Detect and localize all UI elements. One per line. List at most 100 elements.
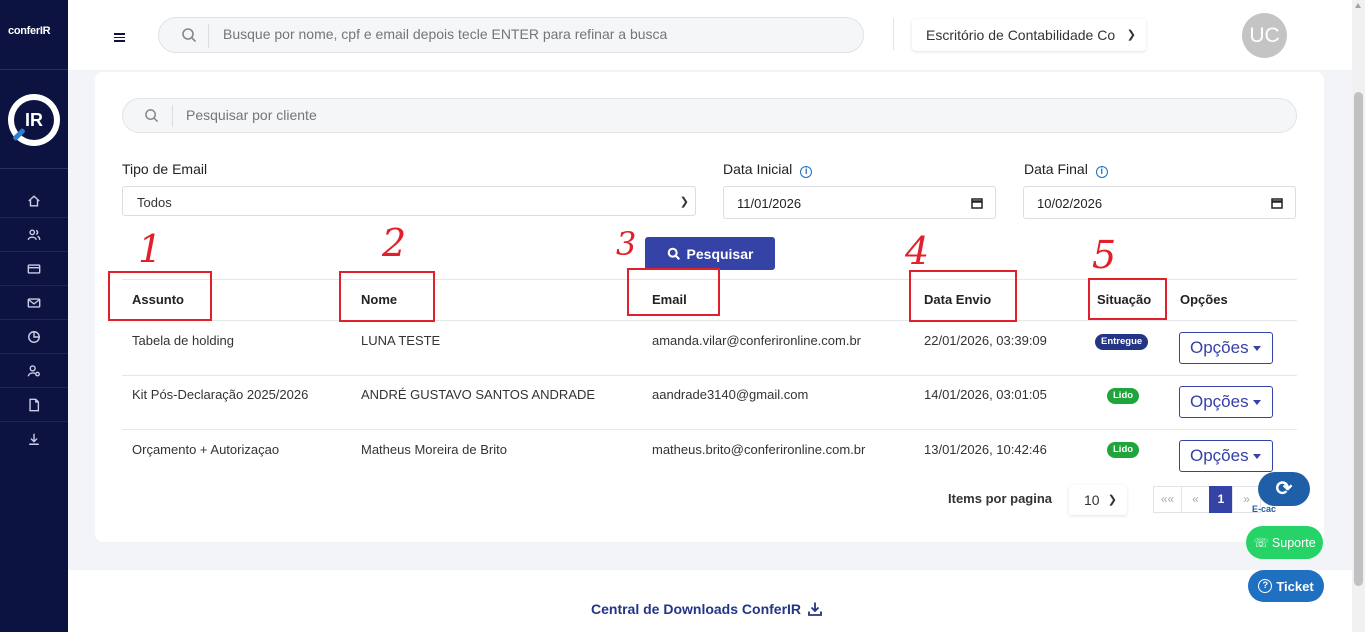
options-button-label: Opções — [1190, 446, 1249, 465]
status-badge: Entregue — [1095, 334, 1149, 350]
cell-data-envio: 22/01/2026, 03:39:09 — [924, 333, 1047, 348]
card-icon — [27, 263, 41, 274]
home-icon — [28, 194, 40, 207]
annotation-box-2 — [339, 271, 435, 322]
sidebar-item-emails[interactable] — [0, 286, 68, 320]
download-icon — [29, 433, 39, 445]
options-button[interactable]: Opções — [1179, 332, 1273, 364]
options-button[interactable]: Opções — [1179, 386, 1273, 418]
document-icon — [29, 398, 40, 411]
cell-email: amanda.vilar@conferironline.com.br — [652, 333, 862, 348]
annotation-box-1 — [108, 271, 212, 321]
sidebar-item-home[interactable] — [0, 184, 68, 218]
suporte-label: Suporte — [1271, 535, 1316, 550]
caret-down-icon — [1253, 346, 1261, 351]
ticket-button[interactable]: ? Ticket — [1248, 570, 1324, 602]
global-search-input[interactable] — [223, 26, 843, 42]
data-final-label-group: Data Final i — [1024, 161, 1108, 178]
info-icon[interactable]: i — [800, 166, 813, 178]
page-first-button[interactable]: «« — [1153, 486, 1182, 513]
search-button[interactable]: Pesquisar — [645, 237, 775, 270]
scroll-up-icon[interactable] — [1355, 3, 1361, 8]
page-scrollbar[interactable] — [1352, 0, 1365, 632]
topbar: Escritório de Contabilidade Co ❯ UC — [68, 0, 1352, 70]
tipo-email-select[interactable]: Todos ❯ — [122, 186, 696, 216]
search-button-label: Pesquisar — [686, 245, 754, 262]
info-icon[interactable]: i — [1095, 166, 1108, 178]
pie-chart-icon — [28, 330, 40, 343]
cell-nome: ANDRÉ GUSTAVO SANTOS ANDRADE — [361, 387, 596, 402]
office-select-value: Escritório de Contabilidade Co — [926, 27, 1116, 43]
search-icon — [667, 247, 680, 260]
downloads-link[interactable]: Central de Downloads ConferIR — [591, 601, 823, 617]
items-per-page-select[interactable]: 10 ❯ — [1069, 485, 1127, 515]
data-final-label: Data Final — [1024, 161, 1088, 177]
tipo-email-value: Todos — [137, 195, 172, 210]
cell-nome: LUNA TESTE — [361, 333, 441, 348]
row-divider — [122, 429, 1297, 430]
user-settings-icon — [27, 364, 40, 377]
menu-toggle-icon[interactable] — [114, 33, 125, 44]
cell-data-envio: 13/01/2026, 10:42:46 — [924, 442, 1047, 457]
brand-text: conferIR — [8, 25, 51, 37]
search-icon — [145, 109, 159, 123]
annotation-box-4 — [909, 270, 1017, 322]
data-inicial-label-group: Data Inicial i — [723, 161, 813, 178]
sidebar-item-reports[interactable] — [0, 320, 68, 354]
brand-logo[interactable]: conferIR — [8, 25, 51, 37]
annotation-number: 3 — [616, 225, 637, 263]
cell-email: aandrade3140@gmail.com — [652, 387, 809, 402]
options-button-label: Opções — [1190, 392, 1249, 411]
sidebar-nav — [0, 184, 68, 456]
data-final-input[interactable]: 10/02/2026 — [1023, 186, 1296, 219]
options-button-label: Opções — [1190, 338, 1249, 357]
suporte-button[interactable]: ☏ Suporte — [1246, 526, 1323, 559]
options-button[interactable]: Opções — [1179, 440, 1273, 472]
sidebar-item-documents[interactable] — [0, 388, 68, 422]
global-search[interactable] — [158, 17, 864, 53]
avatar[interactable]: UC — [1242, 13, 1287, 58]
caret-down-icon — [1253, 400, 1261, 405]
sidebar: conferIR IR — [0, 0, 68, 632]
search-icon — [182, 28, 197, 43]
ecac-sync-icon: ⟳ — [1258, 472, 1310, 506]
client-search-input[interactable] — [186, 107, 986, 123]
client-search[interactable] — [122, 98, 1297, 133]
caret-down-icon — [1253, 454, 1261, 459]
page-prev-button[interactable]: « — [1181, 486, 1210, 513]
chevron-down-icon: ❯ — [1107, 494, 1117, 506]
office-select[interactable]: Escritório de Contabilidade Co ❯ — [912, 19, 1146, 51]
scrollbar-thumb[interactable] — [1354, 92, 1363, 586]
ecac-button[interactable]: ⟳ E-cac — [1252, 470, 1312, 514]
chevron-down-icon: ❯ — [1126, 29, 1136, 41]
table-header-border — [122, 320, 1297, 321]
cell-assunto: Orçamento + Autorizaçao — [132, 442, 280, 457]
items-per-page-label: Items por pagina — [948, 491, 1053, 506]
users-icon — [27, 228, 41, 240]
data-inicial-label: Data Inicial — [723, 161, 793, 177]
whatsapp-icon: ☏ — [1253, 536, 1269, 550]
cell-nome: Matheus Moreira de Brito — [361, 442, 507, 457]
chevron-down-icon: ❯ — [679, 196, 689, 208]
cell-email: matheus.brito@conferironline.com.br — [652, 442, 866, 457]
sidebar-item-downloads[interactable] — [0, 422, 68, 456]
help-icon: ? — [1258, 579, 1273, 593]
annotation-number: 2 — [382, 221, 407, 265]
app-logo[interactable]: IR — [8, 94, 60, 146]
data-inicial-value: 11/01/2026 — [737, 196, 802, 211]
sidebar-divider — [0, 69, 68, 70]
mail-icon — [27, 297, 41, 308]
calendar-icon[interactable] — [1271, 197, 1283, 209]
sidebar-divider — [0, 168, 68, 169]
header-opcoes: Opções — [1180, 292, 1228, 307]
calendar-icon[interactable] — [971, 197, 983, 209]
data-inicial-input[interactable]: 11/01/2026 — [723, 186, 996, 219]
search-divider — [172, 105, 173, 127]
sidebar-item-clients[interactable] — [0, 218, 68, 252]
annotation-box-3 — [627, 268, 720, 316]
page-current-button[interactable]: 1 — [1209, 486, 1233, 513]
download-icon — [808, 602, 822, 616]
status-badge: Lido — [1107, 388, 1140, 404]
sidebar-item-payments[interactable] — [0, 252, 68, 286]
sidebar-item-user-settings[interactable] — [0, 354, 68, 388]
